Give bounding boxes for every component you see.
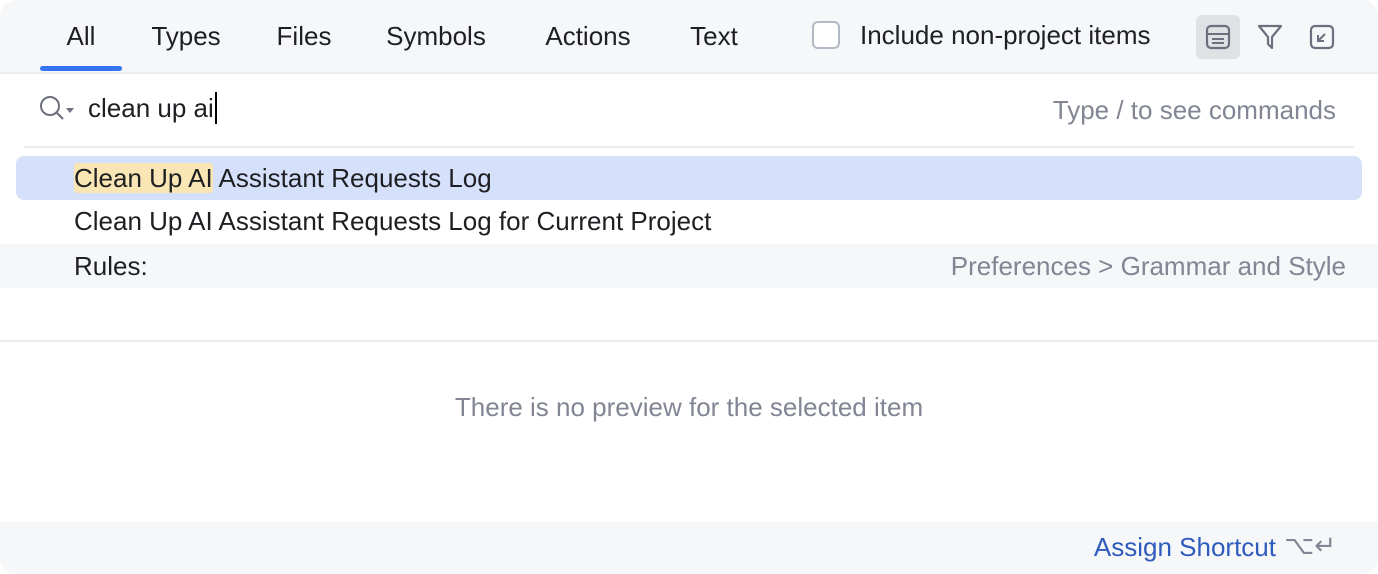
include-non-project-label[interactable]: Include non-project items: [860, 20, 1150, 51]
tab-label: Files: [276, 20, 332, 51]
search-icon[interactable]: [38, 94, 76, 124]
tab-bar: All Types Files Symbols Actions Text Inc…: [0, 0, 1378, 74]
result-item-selected[interactable]: Clean Up AI Assistant Requests Log: [16, 156, 1362, 200]
filter-icon: [1257, 24, 1283, 50]
group-path: Preferences > Grammar and Style: [950, 250, 1346, 281]
group-row-rules[interactable]: Rules: Preferences > Grammar and Style: [0, 244, 1378, 288]
tab-all[interactable]: All: [40, 0, 122, 72]
result-text: Clean Up AI Assistant Requests Log for C…: [74, 205, 712, 236]
assign-shortcut-link[interactable]: Assign Shortcut: [1094, 532, 1276, 563]
search-hint: Type / to see commands: [1052, 95, 1336, 125]
tab-label: All: [66, 20, 96, 51]
collapse-button[interactable]: [1300, 15, 1344, 59]
preview-toggle-button[interactable]: [1196, 15, 1240, 59]
tab-files[interactable]: Files: [268, 0, 340, 72]
group-label: Rules:: [74, 250, 148, 281]
tab-actions[interactable]: Actions: [534, 0, 642, 72]
filter-button[interactable]: [1248, 15, 1292, 59]
tab-symbols[interactable]: Symbols: [376, 0, 496, 72]
result-item[interactable]: Clean Up AI Assistant Requests Log for C…: [16, 199, 1362, 243]
search-input[interactable]: clean up ai: [88, 90, 217, 126]
footer: Assign Shortcut ⌥↵: [0, 522, 1378, 574]
tab-types[interactable]: Types: [140, 0, 232, 72]
collapse-icon: [1309, 24, 1335, 50]
result-text-rest: Assistant Requests Log: [212, 162, 492, 193]
search-input-value: clean up ai: [88, 92, 214, 123]
shortcut-hint: ⌥↵: [1284, 530, 1336, 560]
match-highlight: Clean Up AI: [74, 162, 213, 193]
tab-label: Symbols: [386, 20, 486, 51]
text-caret: [214, 92, 217, 124]
tab-label: Actions: [545, 20, 631, 51]
search-bar: clean up ai Type / to see commands: [24, 74, 1354, 148]
tab-text[interactable]: Text: [680, 0, 748, 72]
result-text: Clean Up AI Assistant Requests Log: [74, 162, 492, 194]
include-non-project-checkbox[interactable]: [812, 21, 840, 49]
preview-empty-message: There is no preview for the selected ite…: [454, 392, 924, 422]
preview-icon: [1205, 24, 1231, 50]
tab-label: Text: [690, 20, 738, 51]
tab-label: Types: [151, 20, 221, 51]
active-tab-indicator: [40, 66, 122, 71]
preview-divider[interactable]: [0, 340, 1378, 342]
